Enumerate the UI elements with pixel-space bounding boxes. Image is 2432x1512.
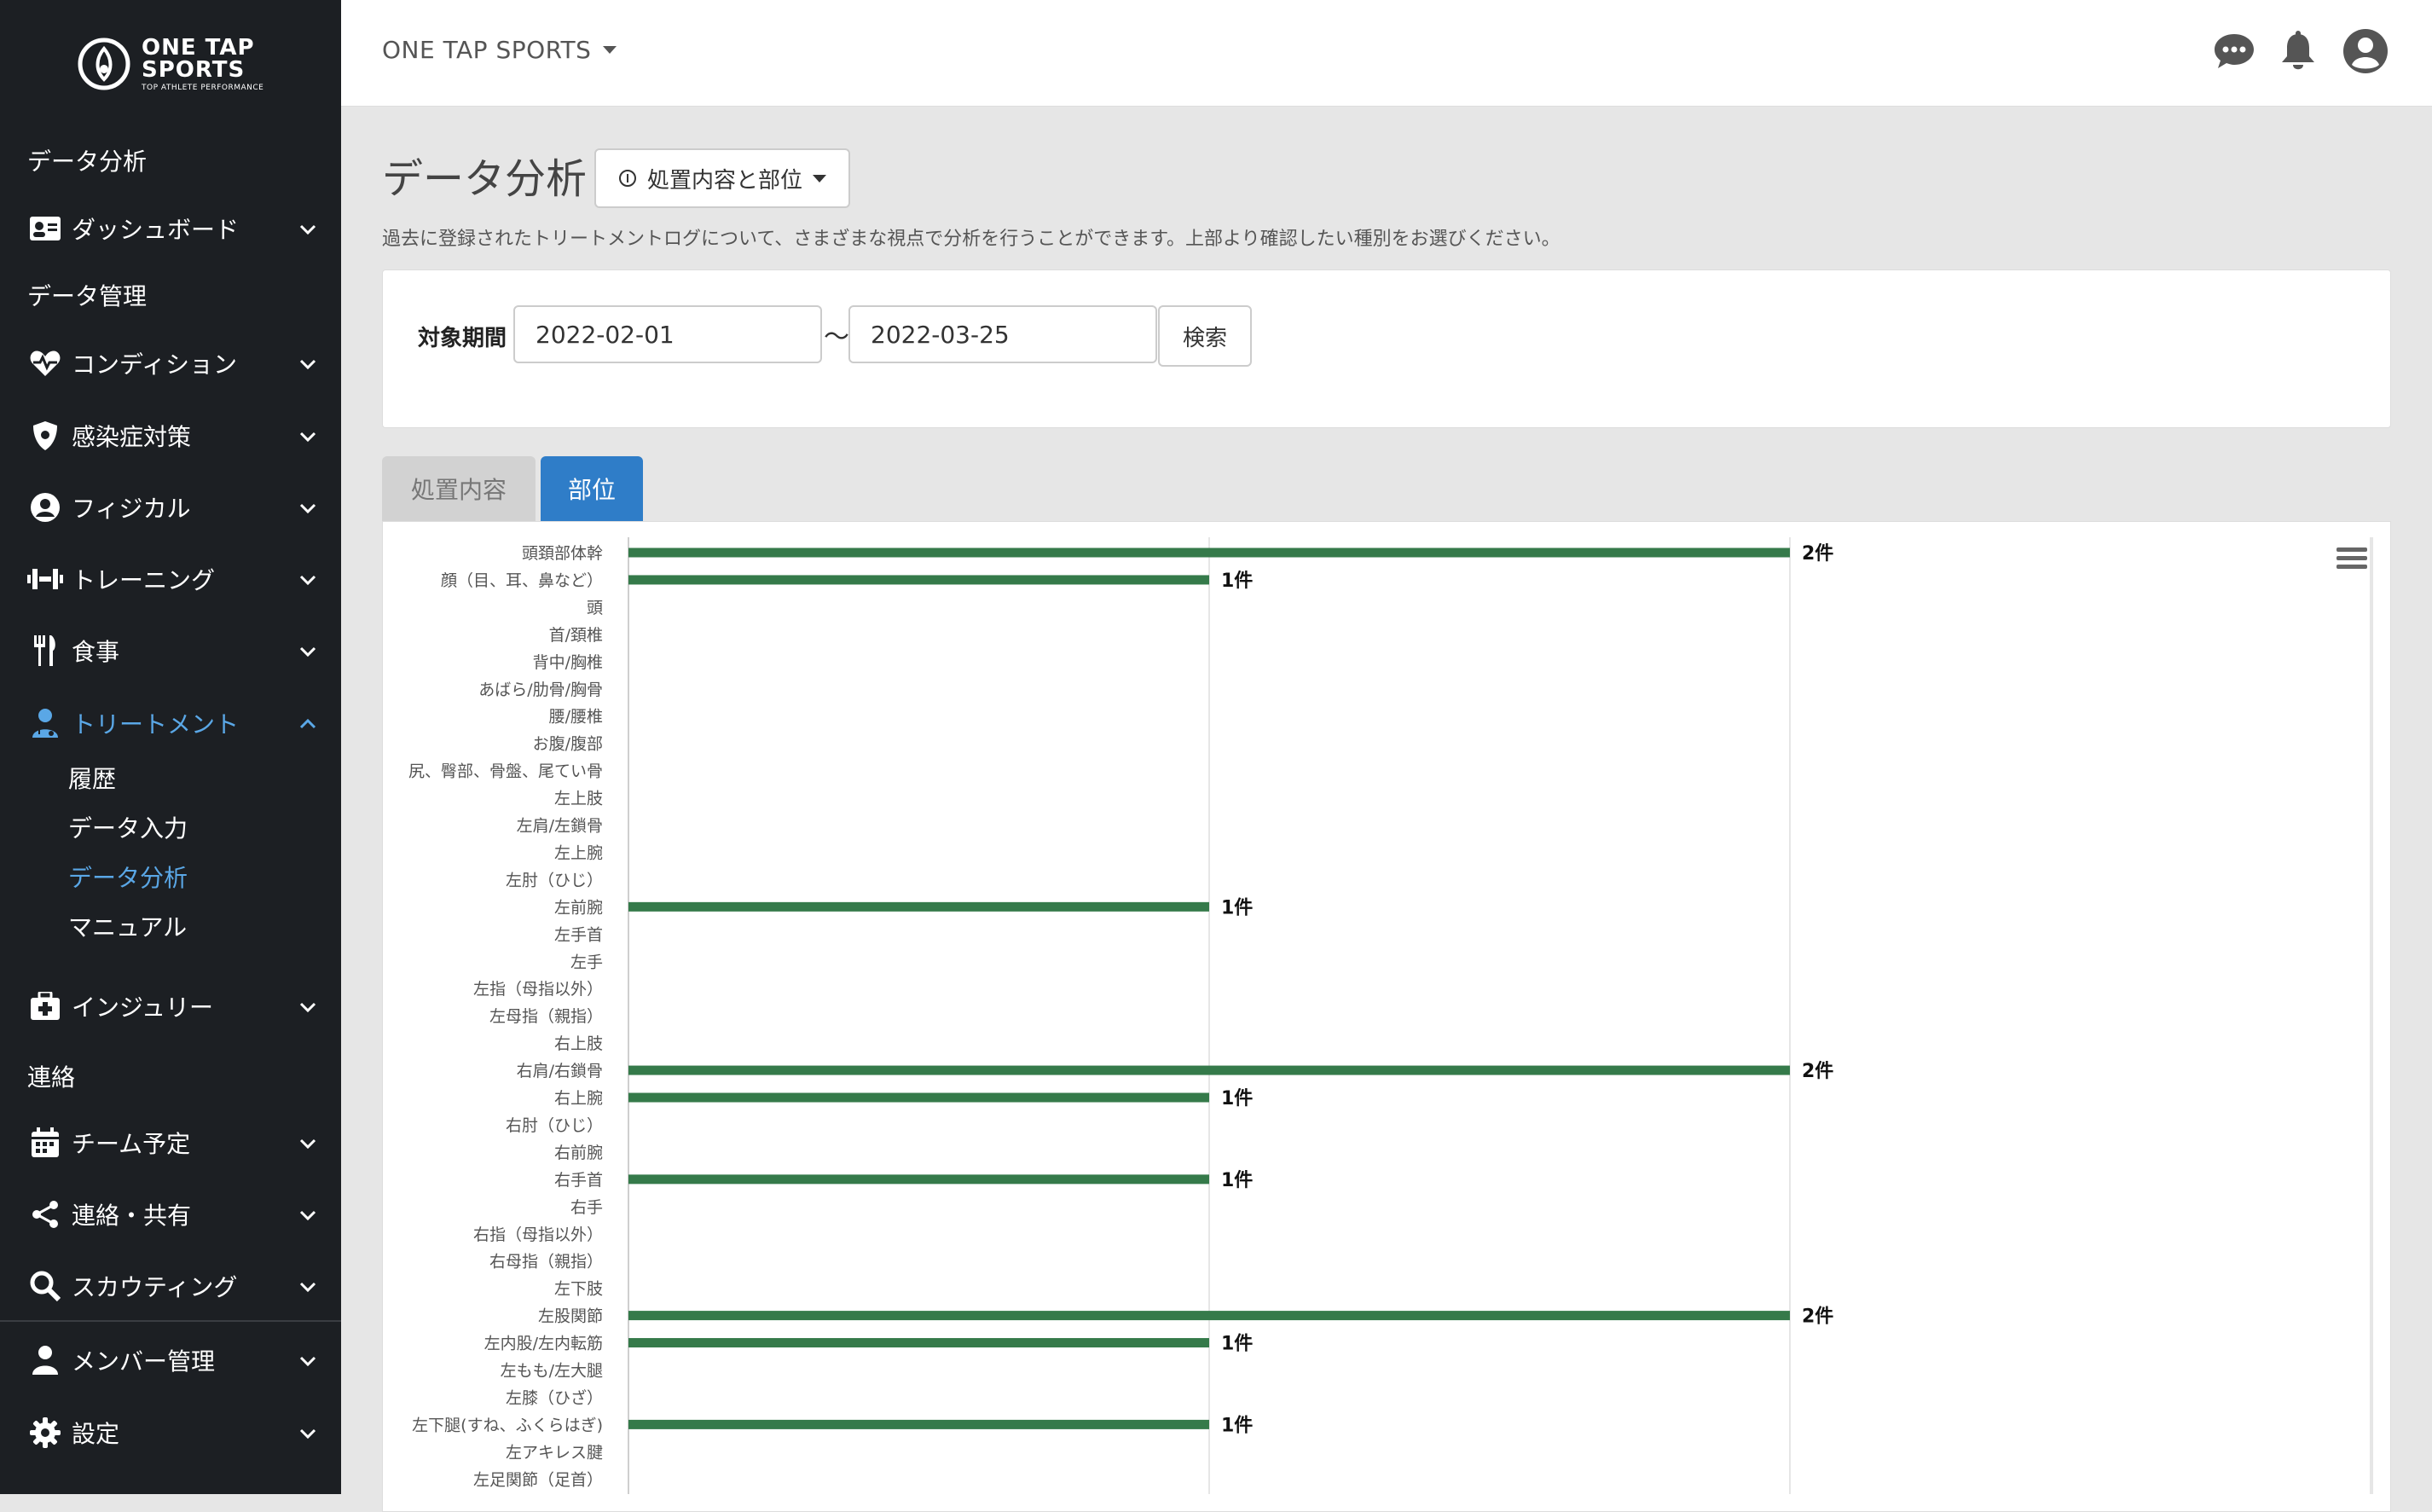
- tick-label: 右上腕: [554, 1089, 603, 1108]
- bar: [628, 1065, 1790, 1075]
- bar: [628, 1311, 1790, 1321]
- tick-label: 首/頚椎: [549, 626, 603, 645]
- data-label: 1件: [1221, 1088, 1253, 1109]
- tick-label: 左アキレス腱: [506, 1443, 603, 1462]
- tick-label: 左上肢: [554, 790, 603, 808]
- tick-label: 左肘（ひじ）: [506, 871, 603, 889]
- data-label: 2件: [1802, 1306, 1833, 1328]
- body-part-bar-chart: 頭頚部体幹 2件顔（目、耳、鼻など） 1件頭首/頚椎背中/胸椎あばら/肋骨/胸骨腰/…: [408, 537, 2373, 1494]
- tick-label: 背中/胸椎: [533, 653, 603, 672]
- data-label: 1件: [1221, 1170, 1253, 1191]
- tick-label: 右上肢: [554, 1034, 603, 1053]
- bar: [628, 1174, 1209, 1185]
- tick-label: 腰/腰椎: [549, 708, 603, 727]
- tick-label: 左手首: [554, 925, 603, 944]
- tick-label: 顔（目、耳、鼻など）: [441, 571, 603, 590]
- tick-label: 左指（母指以外）: [473, 980, 603, 999]
- tick-label: 左上腕: [554, 843, 603, 862]
- tick-label: 右指（母指以外）: [473, 1225, 603, 1244]
- tick-label: 左もも/左大腿: [501, 1362, 603, 1381]
- bar: [628, 901, 1209, 912]
- tick-label: 右前腕: [554, 1144, 603, 1162]
- tick-label: 左前腕: [554, 898, 603, 917]
- tick-label: 右肘（ひじ）: [506, 1116, 603, 1135]
- tick-label: 右手首: [554, 1171, 603, 1190]
- bar: [628, 1092, 1209, 1103]
- tick-label: お腹/腹部: [533, 735, 603, 754]
- tick-label: 右肩/右鎖骨: [517, 1062, 603, 1080]
- tick-label: 尻、臀部、骨盤、尾てい骨: [408, 762, 603, 781]
- bar: [628, 547, 1790, 558]
- bar: [628, 1338, 1209, 1348]
- tick-label: 右母指（親指）: [489, 1253, 603, 1272]
- tick-label: 頭頚部体幹: [522, 544, 603, 563]
- tick-label: 右手: [570, 1198, 603, 1217]
- tick-label: 左下肢: [554, 1280, 603, 1299]
- bar: [628, 1419, 1209, 1429]
- tick-label: あばら/肋骨/胸骨: [478, 681, 603, 699]
- tick-label: 頭: [587, 599, 603, 617]
- data-label: 1件: [1221, 1415, 1253, 1436]
- tick-label: 左母指（親指）: [489, 1007, 603, 1026]
- tick-label: 左内股/左内転筋: [484, 1335, 603, 1353]
- tick-label: 左膝（ひざ）: [506, 1387, 603, 1407]
- tick-label: 左股関節: [538, 1307, 603, 1326]
- tick-label: 左下腿(すね、ふくらはぎ): [412, 1416, 603, 1434]
- tick-label: 左手: [570, 953, 603, 971]
- tick-label: 左足関節（足首）: [473, 1470, 603, 1489]
- data-label: 1件: [1221, 571, 1253, 592]
- data-label: 2件: [1802, 543, 1833, 565]
- data-label: 1件: [1221, 897, 1253, 918]
- bar: [628, 575, 1209, 585]
- tick-label: 左肩/左鎖骨: [517, 817, 603, 836]
- data-label: 1件: [1221, 1334, 1253, 1355]
- data-label: 2件: [1802, 1061, 1833, 1082]
- chart-menu-icon[interactable]: [2336, 546, 2367, 571]
